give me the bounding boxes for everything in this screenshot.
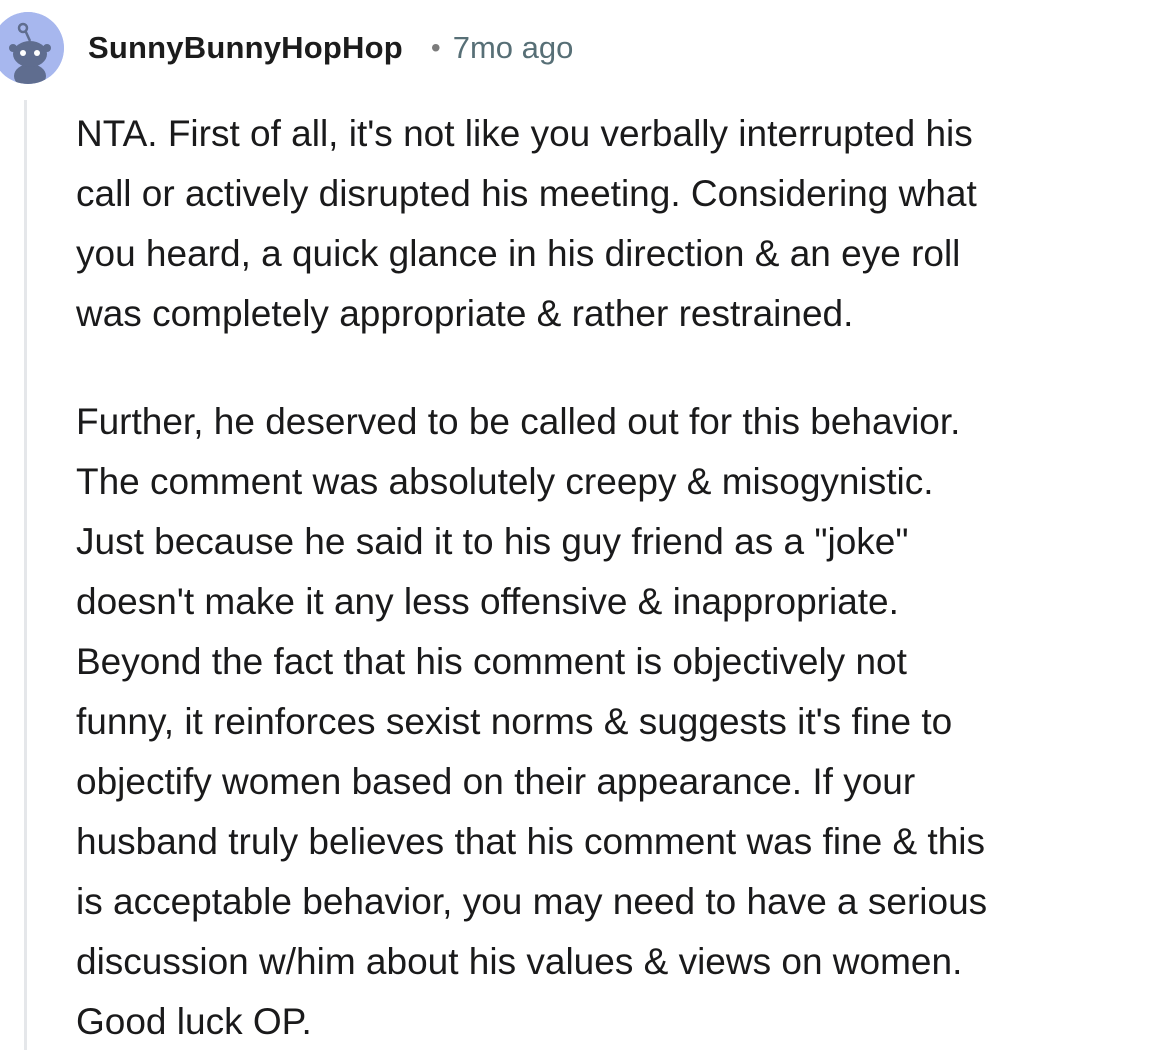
comment-line: you heard, a quick glance in his directi…: [76, 233, 961, 274]
comment-line: Good luck OP.: [76, 1001, 312, 1042]
comment-line: was completely appropriate & rather rest…: [76, 293, 854, 334]
comment-line: NTA. First of all, it's not like you ver…: [76, 113, 973, 154]
comment-line: Beyond the fact that his comment is obje…: [76, 641, 907, 682]
comment-line: doesn't make it any less offensive & ina…: [76, 581, 899, 622]
comment-line: is acceptable behavior, you may need to …: [76, 881, 988, 922]
thread-line[interactable]: [24, 100, 27, 1050]
comment-paragraph: NTA. First of all, it's not like you ver…: [76, 104, 1152, 344]
comment-line: Further, he deserved to be called out fo…: [76, 401, 961, 442]
comment-line: funny, it reinforces sexist norms & sugg…: [76, 701, 953, 742]
user-avatar-icon[interactable]: [0, 12, 64, 84]
comment-paragraph: Further, he deserved to be called out fo…: [76, 392, 1152, 1052]
comment-line: The comment was absolutely creepy & miso…: [76, 461, 934, 502]
comment-timestamp[interactable]: 7mo ago: [453, 30, 574, 66]
comment-line: call or actively disrupted his meeting. …: [76, 173, 977, 214]
snoo-avatar-icon: [0, 12, 64, 84]
comment-line: objectify women based on their appearanc…: [76, 761, 916, 802]
comment: SunnyBunnyHopHop • 7mo ago NTA. First of…: [0, 0, 1156, 1050]
meta-separator: •: [430, 32, 441, 63]
username-link[interactable]: SunnyBunnyHopHop: [88, 30, 403, 66]
comment-line: husband truly believes that his comment …: [76, 821, 986, 862]
comment-body: NTA. First of all, it's not like you ver…: [76, 104, 1152, 1052]
comment-line: discussion w/him about his values & view…: [76, 941, 963, 982]
comment-meta: SunnyBunnyHopHop • 7mo ago: [88, 26, 573, 70]
comment-line: Just because he said it to his guy frien…: [76, 521, 909, 562]
